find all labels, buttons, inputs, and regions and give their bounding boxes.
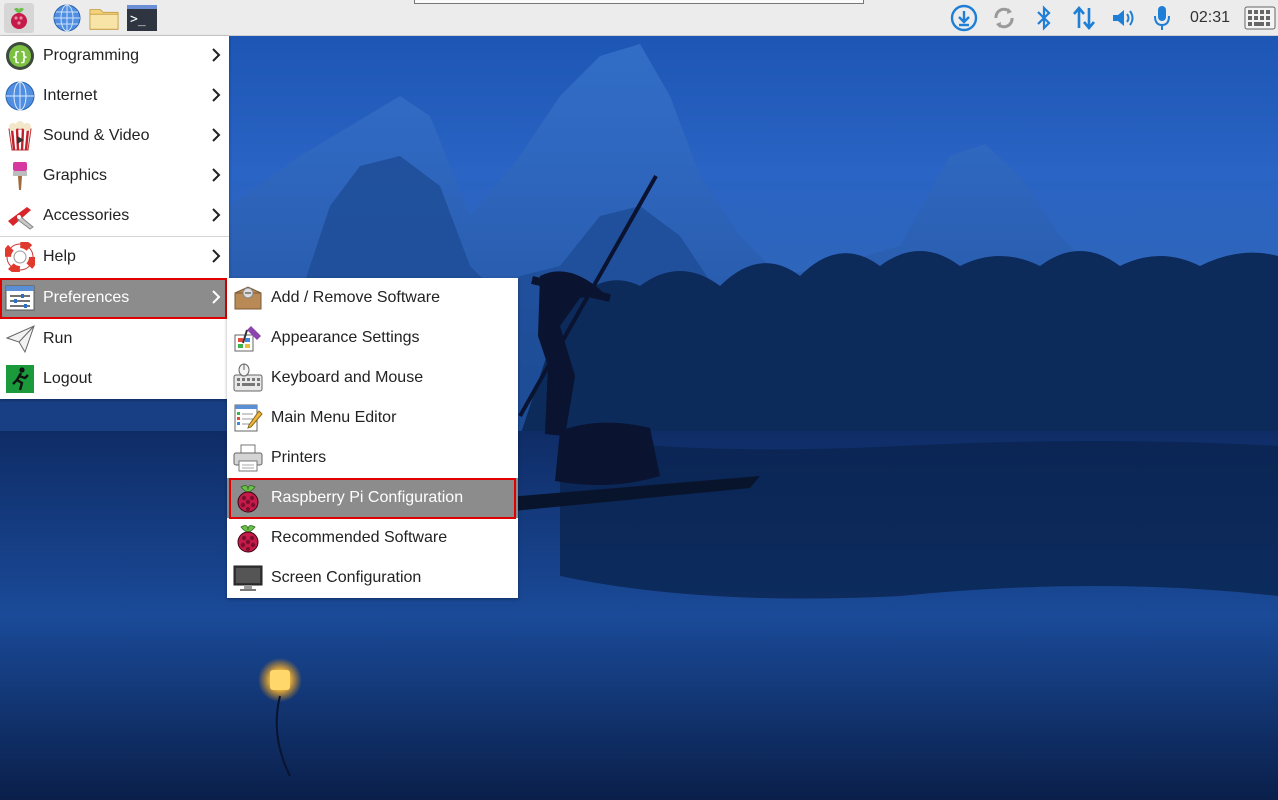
submenu-item-label: Add / Remove Software: [271, 289, 440, 306]
terminal-launcher[interactable]: >_: [127, 3, 157, 33]
menu-item-run[interactable]: Run: [0, 319, 229, 359]
submenu-item-label: Recommended Software: [271, 529, 448, 546]
chevron-right-icon: [212, 208, 221, 222]
sync-icon: [994, 7, 1014, 29]
keyboard-icon: [1244, 6, 1276, 30]
menu-item-label: Graphics: [43, 167, 108, 184]
submenu-item-appearance-settings[interactable]: Appearance Settings: [227, 318, 518, 358]
submenu-item-keyboard-and-mouse[interactable]: Keyboard and Mouse: [227, 358, 518, 398]
raspberry-icon: [232, 522, 264, 554]
submenu-item-printers[interactable]: Printers: [227, 438, 518, 478]
menu-item-label: Run: [43, 330, 73, 347]
menu-item-graphics[interactable]: Graphics: [0, 156, 229, 196]
chevron-right-icon: [212, 290, 221, 304]
submenu-item-recommended-software[interactable]: Recommended Software: [227, 518, 518, 558]
speaker-icon: [1113, 10, 1134, 26]
raspberry-menu-button[interactable]: [4, 3, 34, 33]
submenu-item-raspberry-pi-configuration[interactable]: Raspberry Pi Configuration: [227, 478, 518, 518]
file-manager-launcher[interactable]: [89, 3, 119, 33]
submenu-item-label: Raspberry Pi Configuration: [271, 489, 464, 506]
appearance-icon: [232, 322, 264, 354]
logout-icon: [4, 363, 36, 395]
menu-item-internet[interactable]: Internet: [0, 76, 229, 116]
menu-item-preferences[interactable]: Preferences: [0, 278, 229, 318]
submenu-item-label: Keyboard and Mouse: [271, 369, 424, 386]
menu-item-label: Programming: [43, 47, 140, 64]
menu-item-label: Internet: [43, 87, 98, 104]
menu-item-accessories[interactable]: Accessories: [0, 196, 229, 236]
accessories-knife-icon: [4, 200, 36, 232]
web-browser-icon: [53, 4, 81, 32]
submenu-item-add-remove-software[interactable]: Add / Remove Software: [227, 278, 518, 318]
chevron-right-icon: [212, 48, 221, 62]
sync-tray[interactable]: [990, 4, 1018, 32]
submenu-item-label: Screen Configuration: [271, 569, 422, 586]
menu-item-help[interactable]: Help: [0, 237, 229, 277]
submenu-item-label: Main Menu Editor: [271, 409, 397, 426]
chevron-right-icon: [212, 249, 221, 263]
taskbar: >_ 02:31: [0, 0, 1278, 36]
menu-item-sound-video[interactable]: Sound & Video: [0, 116, 229, 156]
download-update-icon: [950, 4, 978, 32]
help-lifebuoy-icon: [4, 241, 36, 273]
menu-item-label: Accessories: [43, 207, 130, 224]
programming-icon: {}: [4, 40, 36, 72]
preferences-submenu: Add / Remove Software Appearance Setting…: [227, 278, 518, 598]
main-menu: {} Programming Internet Sound & Video Gr…: [0, 36, 229, 399]
run-paperplane-icon: [4, 323, 36, 355]
window-list-button[interactable]: [414, 0, 864, 4]
submenu-item-screen-configuration[interactable]: Screen Configuration: [227, 558, 518, 598]
package-box-icon: [232, 282, 264, 314]
submenu-item-main-menu-editor[interactable]: Main Menu Editor: [227, 398, 518, 438]
terminal-icon: >_: [127, 5, 157, 31]
submenu-item-label: Appearance Settings: [271, 329, 420, 346]
volume-tray[interactable]: [1110, 4, 1138, 32]
submenu-item-label: Printers: [271, 449, 327, 466]
raspberry-icon: [11, 7, 27, 29]
microphone-tray[interactable]: [1148, 4, 1176, 32]
internet-globe-icon: [4, 80, 36, 112]
menu-item-label: Preferences: [43, 289, 130, 306]
keyboard-mouse-icon: [232, 362, 264, 394]
menu-item-programming[interactable]: {} Programming: [0, 36, 229, 76]
monitor-icon: [232, 562, 264, 594]
web-browser-launcher[interactable]: [52, 3, 82, 33]
chevron-right-icon: [212, 88, 221, 102]
bluetooth-icon: [1037, 5, 1051, 31]
updater-tray[interactable]: [950, 4, 978, 32]
virtual-keyboard-tray[interactable]: [1244, 4, 1276, 32]
menu-item-label: Sound & Video: [43, 127, 150, 144]
preferences-icon: [4, 282, 36, 314]
svg-text:{}: {}: [12, 50, 28, 65]
raspberry-icon: [232, 482, 264, 514]
sound-video-icon: [4, 120, 36, 152]
chevron-right-icon: [212, 128, 221, 142]
microphone-icon: [1154, 6, 1170, 30]
network-arrows-icon: [1073, 5, 1095, 31]
printer-icon: [232, 442, 264, 474]
network-tray[interactable]: [1070, 4, 1098, 32]
menu-item-logout[interactable]: Logout: [0, 359, 229, 399]
chevron-right-icon: [212, 168, 221, 182]
menu-item-label: Help: [43, 248, 76, 265]
menu-editor-icon: [232, 402, 264, 434]
clock[interactable]: 02:31: [1190, 9, 1230, 27]
bluetooth-tray[interactable]: [1030, 4, 1058, 32]
terminal-glyph: >_: [130, 12, 146, 27]
menu-item-label: Logout: [43, 370, 92, 387]
file-manager-icon: [89, 9, 119, 30]
graphics-brush-icon: [4, 160, 36, 192]
